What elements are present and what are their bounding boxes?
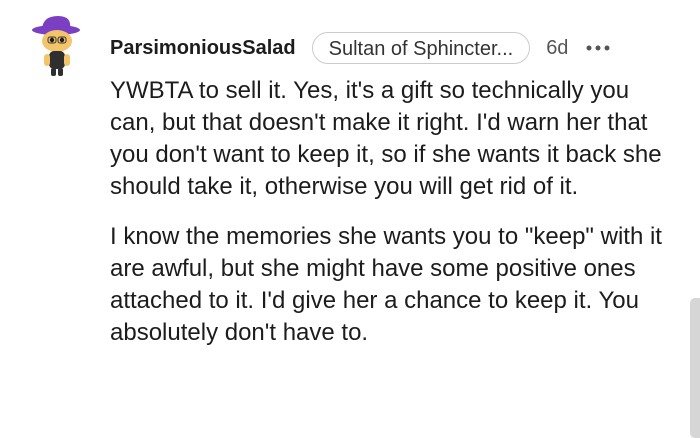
timestamp: 6d bbox=[546, 36, 569, 59]
comment-body: YWBTA to sell it. Yes, it's a gift so te… bbox=[110, 75, 675, 349]
comment-paragraph: YWBTA to sell it. Yes, it's a gift so te… bbox=[110, 77, 662, 200]
snoo-avatar-icon bbox=[32, 16, 80, 76]
comment: ParsimoniousSalad Sultan of Sphincter...… bbox=[0, 0, 700, 438]
username[interactable]: ParsimoniousSalad bbox=[110, 37, 296, 60]
user-avatar[interactable] bbox=[30, 14, 86, 80]
more-options-button[interactable] bbox=[584, 34, 612, 62]
comment-header: ParsimoniousSalad Sultan of Sphincter...… bbox=[110, 30, 612, 66]
more-options-icon bbox=[586, 45, 610, 51]
comment-paragraph: I know the memories she wants you to "ke… bbox=[110, 223, 662, 346]
scrollbar[interactable] bbox=[690, 298, 700, 438]
user-flair[interactable]: Sultan of Sphincter... bbox=[311, 32, 531, 64]
